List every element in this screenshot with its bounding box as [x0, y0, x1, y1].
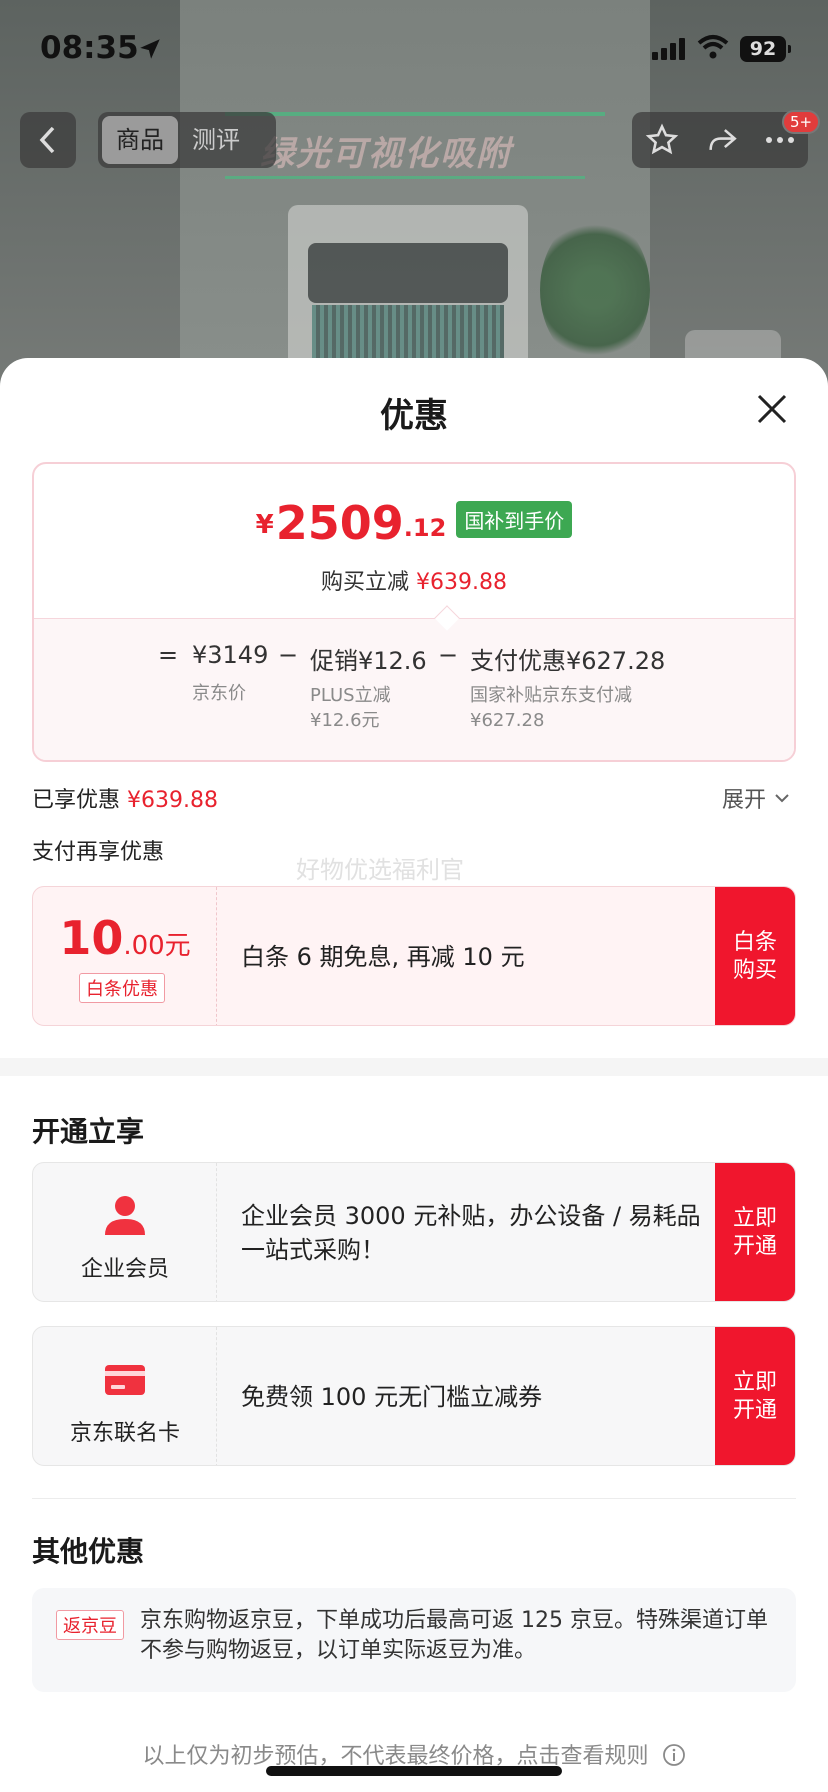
tab-review[interactable]: 测评 [178, 116, 254, 164]
price-decimal: .12 [403, 514, 447, 542]
baitiao-coupon: 10.00元 白条优惠 白条 6 期免息, 再减 10 元 白条购买 [32, 886, 796, 1026]
price-breakdown-card: ¥ 2509 .12 国补到手价 购买立减 ¥639.88 = ¥3149 − … [32, 462, 796, 762]
payment-discount-value: 支付优惠¥627.28 [470, 647, 666, 675]
banner-line [225, 112, 605, 116]
open-now-label: 立即开通 [732, 1206, 777, 1259]
coupon-amount-int: 10 [59, 911, 124, 965]
enjoyed-label: 已享优惠 [32, 788, 121, 813]
open-section-title: 开通立享 [32, 1115, 145, 1148]
benefit-name: 京东联名卡 [69, 1421, 180, 1446]
baitiao-buy-button[interactable]: 白条购买 [715, 887, 795, 1025]
chevron-down-icon [775, 794, 789, 803]
chevron-left-icon [39, 126, 55, 154]
jd-cobrand-card: 京东联名卡 免费领 100 元无门槛立减券 立即开通 [32, 1326, 796, 1466]
product-tabs: 商品 测评 [98, 112, 276, 168]
coupon-description: 白条 6 期免息, 再减 10 元 [241, 943, 525, 971]
subsidy-payment-label: 国家补贴京东支付减 ¥627.28 [470, 683, 632, 733]
back-button[interactable] [20, 112, 76, 168]
plus-discount-amount: ¥12.6元 [310, 710, 380, 731]
location-arrow-icon [140, 39, 160, 59]
promo-value: 促销¥12.6 [310, 647, 427, 675]
instant-discount-value: ¥639.88 [416, 570, 507, 595]
jd-bean-tag: 返京豆 [56, 1610, 124, 1640]
info-icon [662, 1744, 685, 1766]
subsidy-payment-title: 国家补贴京东支付减 [470, 685, 632, 706]
equals-sign: = [158, 641, 179, 669]
open-now-label: 立即开通 [732, 1370, 777, 1423]
plus-discount-title: PLUS立减 [310, 685, 391, 706]
jd-price-value: ¥3149 [192, 641, 269, 669]
signal-icon [652, 38, 685, 60]
minus-sign: − [438, 641, 459, 669]
more-icon[interactable] [765, 135, 795, 145]
close-icon[interactable] [755, 392, 789, 426]
instant-discount-label: 购买立减 [321, 570, 410, 595]
pay-more-title: 支付再享优惠 [32, 840, 165, 865]
jd-bean-rebate: 返京豆 京东购物返京豆，下单成功后最高可返 125 京豆。特殊渠道订单不参与购物… [32, 1588, 796, 1692]
coupon-amount-dec: .00元 [123, 931, 191, 961]
message-count-badge: 5+ [782, 110, 821, 134]
status-time: 08:35 [40, 30, 139, 66]
instant-discount: 购买立减 ¥639.88 [34, 564, 794, 596]
battery-indicator: 92 [740, 36, 791, 62]
enjoyed-discount: 已享优惠 ¥639.88 [32, 782, 218, 814]
jd-price-label: 京东价 [192, 683, 246, 704]
price-formula: = ¥3149 − 促销¥12.6 − 支付优惠¥627.28 京东价 PLUS… [34, 618, 794, 760]
benefit-name: 企业会员 [80, 1257, 169, 1282]
open-now-button[interactable]: 立即开通 [715, 1327, 795, 1465]
benefit-description: 企业会员 3000 元补贴，办公设备 / 易耗品一站式采购！ [241, 1202, 701, 1264]
home-indicator [266, 1766, 562, 1776]
plant-image [540, 215, 650, 365]
product-banner-text: 绿光可视化吸附 [260, 134, 512, 174]
expand-label: 展开 [722, 788, 767, 813]
enjoyed-value: ¥639.88 [127, 788, 218, 813]
card-icon [105, 1365, 145, 1395]
final-price: ¥ 2509 .12 国补到手价 [34, 500, 794, 546]
coupon-amount: 10.00元 [33, 911, 217, 965]
plus-discount-label: PLUS立减 ¥12.6元 [310, 683, 391, 733]
jd-bean-description: 京东购物返京豆，下单成功后最高可返 125 京豆。特殊渠道订单不参与购物返豆，以… [140, 1608, 768, 1663]
discount-sheet: 优惠 ¥ 2509 .12 国补到手价 购买立减 ¥639.88 = ¥3149… [0, 358, 828, 1792]
section-divider [0, 1058, 828, 1076]
expand-button[interactable]: 展开 [722, 782, 790, 814]
subsidy-price-tag: 国补到手价 [456, 501, 573, 538]
other-section-title: 其他优惠 [32, 1535, 145, 1568]
baitiao-buy-label: 白条购买 [732, 930, 777, 983]
watermark: 好物优选福利官 [296, 856, 464, 884]
banner-line [225, 176, 585, 179]
star-icon[interactable] [645, 123, 679, 157]
enterprise-member-card: 企业会员 企业会员 3000 元补贴，办公设备 / 易耗品一站式采购！ 立即开通 [32, 1162, 796, 1302]
price-integer: 2509 [275, 496, 404, 550]
wifi-icon [697, 35, 729, 59]
tab-product[interactable]: 商品 [102, 116, 178, 164]
coupon-tag: 白条优惠 [79, 973, 165, 1003]
share-icon[interactable] [705, 123, 739, 157]
divider [32, 1498, 796, 1499]
person-icon [105, 1196, 145, 1235]
sheet-title: 优惠 [380, 396, 448, 436]
open-now-button[interactable]: 立即开通 [715, 1163, 795, 1301]
subsidy-payment-amount: ¥627.28 [470, 710, 545, 731]
benefit-description: 免费领 100 元无门槛立减券 [241, 1383, 543, 1411]
currency-symbol: ¥ [255, 510, 274, 540]
minus-sign: − [278, 641, 299, 669]
status-bar: 08:35 92 [0, 0, 828, 100]
